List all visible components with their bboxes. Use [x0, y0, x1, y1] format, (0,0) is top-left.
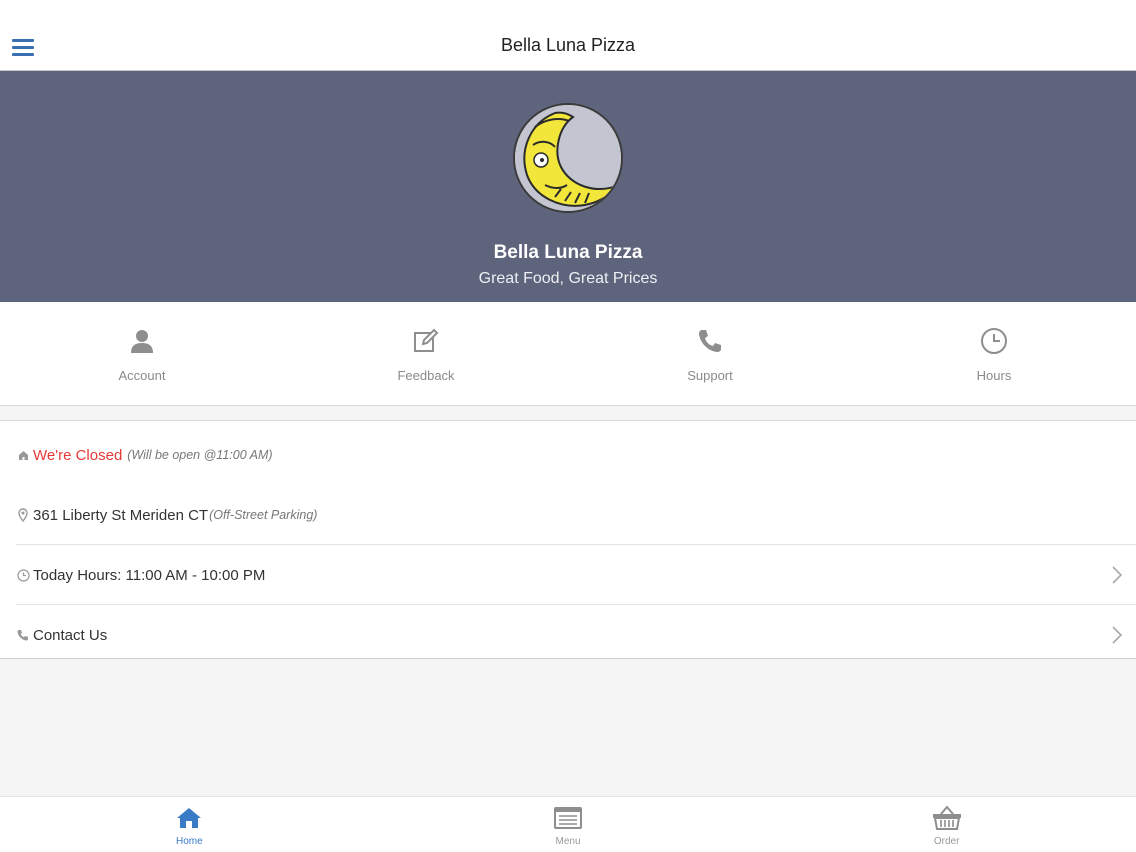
address-row[interactable]: 361 Liberty St Meriden CT (Off-Street Pa… [0, 485, 1136, 545]
address-note: (Off-Street Parking) [209, 508, 318, 522]
tab-home[interactable]: Home [0, 797, 379, 852]
page-title: Bella Luna Pizza [500, 35, 636, 55]
address-text: 361 Liberty St Meriden CT [33, 506, 209, 524]
hours-button[interactable]: Hours [852, 302, 1136, 405]
quick-actions: Account Feedback Support Hours [0, 302, 1136, 406]
hours-label: Hours [976, 368, 1012, 383]
hours-text: Today Hours: 11:00 AM - 10:00 PM [33, 566, 266, 584]
bottom-tab-bar: Home Menu Order [0, 796, 1136, 852]
moon-logo [513, 103, 623, 213]
restaurant-tagline: Great Food, Great Prices [478, 270, 658, 287]
tab-order-label: Order [933, 836, 960, 847]
phone-small-icon [16, 628, 30, 642]
home-icon [174, 805, 204, 831]
chevron-right-icon[interactable] [1110, 565, 1124, 585]
restaurant-name: Bella Luna Pizza [493, 242, 643, 263]
user-icon [127, 326, 157, 356]
support-button[interactable]: Support [568, 302, 852, 405]
tab-home-label: Home [175, 836, 203, 847]
status-closed: We're Closed [33, 446, 123, 464]
hero-banner: Bella Luna Pizza Great Food, Great Price… [0, 71, 1136, 302]
clock-small-icon [16, 568, 30, 582]
location-pin-icon [16, 508, 30, 522]
account-label: Account [118, 368, 166, 383]
clock-icon [979, 326, 1009, 356]
status-row: We're Closed (Will be open @11:00 AM) [0, 425, 1136, 485]
store-icon [16, 448, 30, 462]
tab-menu[interactable]: Menu [379, 797, 758, 852]
contact-text: Contact Us [33, 626, 108, 644]
phone-icon [695, 326, 725, 356]
edit-icon [411, 326, 441, 356]
basket-icon [932, 805, 962, 831]
account-button[interactable]: Account [0, 302, 284, 405]
menu-list-icon [553, 805, 583, 831]
contact-row[interactable]: Contact Us [0, 605, 1136, 665]
support-label: Support [687, 368, 733, 383]
tab-menu-label: Menu [555, 836, 581, 847]
feedback-button[interactable]: Feedback [284, 302, 568, 405]
feedback-label: Feedback [397, 368, 455, 383]
status-note: (Will be open @11:00 AM) [127, 448, 273, 462]
tab-order[interactable]: Order [757, 797, 1136, 852]
info-list: We're Closed (Will be open @11:00 AM) 36… [0, 420, 1136, 659]
chevron-right-icon[interactable] [1110, 625, 1124, 645]
app-root: Bella Luna Pizza Bella Luna Pizza Great … [0, 0, 1136, 852]
hours-row[interactable]: Today Hours: 11:00 AM - 10:00 PM [0, 545, 1136, 605]
top-bar: Bella Luna Pizza [0, 0, 1136, 71]
